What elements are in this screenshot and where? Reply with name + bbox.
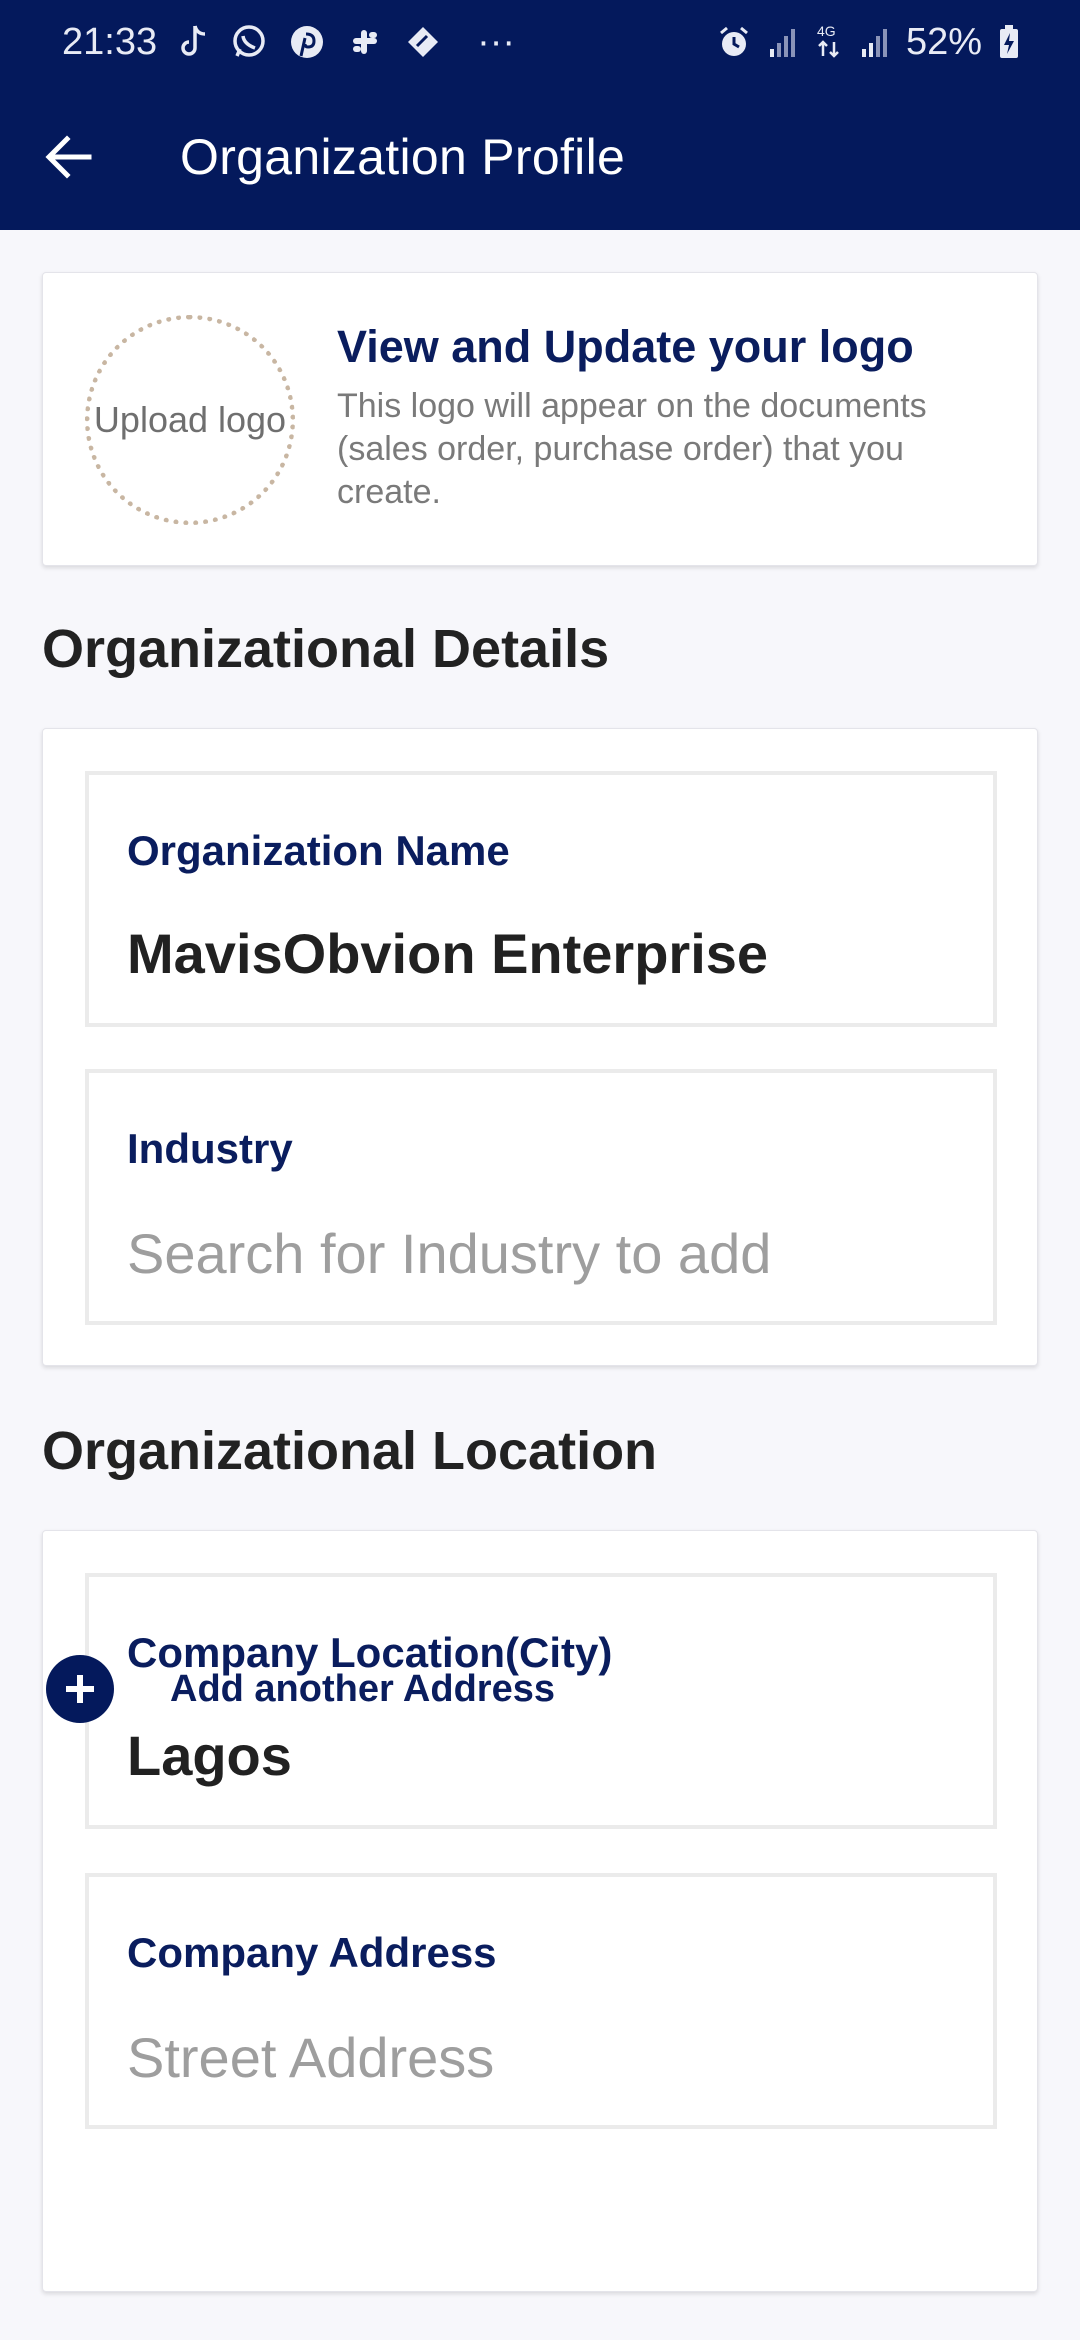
feather-icon: [405, 22, 441, 62]
back-button[interactable]: [0, 84, 144, 230]
street-address-input[interactable]: Street Address: [127, 2025, 494, 2090]
tiktok-icon: [179, 22, 209, 62]
organizational-details-card: Organization Name MavisObvion Enterprise…: [42, 728, 1038, 1366]
status-bar: 21:33 ··· 4G 52%: [0, 0, 1080, 84]
logo-card: Upload logo View and Update your logo Th…: [42, 272, 1038, 566]
slack-icon: [347, 22, 383, 62]
organizational-location-card: Company Location(City) Lagos Company Add…: [42, 1530, 1038, 2292]
organization-name-field[interactable]: Organization Name MavisObvion Enterprise: [85, 771, 997, 1027]
battery-charging-icon: [998, 22, 1020, 62]
more-notifications-icon: ···: [477, 20, 516, 63]
status-time: 21:33: [62, 20, 158, 63]
logo-card-title: View and Update your logo: [337, 321, 914, 372]
organizational-location-heading: Organizational Location: [42, 1421, 658, 1481]
upload-logo-label: Upload logo: [93, 399, 287, 440]
company-city-value: Lagos: [127, 1724, 292, 1787]
alarm-icon: [716, 22, 752, 62]
pinterest-icon: [289, 22, 325, 62]
plus-icon: [46, 1655, 114, 1723]
upload-logo-button[interactable]: Upload logo: [85, 315, 295, 525]
industry-field[interactable]: Industry Search for Industry to add: [85, 1069, 997, 1325]
organizational-details-heading: Organizational Details: [42, 619, 610, 679]
logo-card-description: This logo will appear on the documents (…: [337, 387, 927, 511]
signal-icon-2: [860, 22, 890, 62]
whatsapp-icon: [231, 22, 267, 62]
svg-text:4G: 4G: [817, 23, 836, 39]
arrow-left-icon: [45, 135, 92, 179]
app-bar: Organization Profile: [0, 84, 1080, 230]
industry-label: Industry: [127, 1125, 293, 1172]
company-address-label: Company Address: [127, 1929, 497, 1976]
page-title: Organization Profile: [180, 129, 626, 185]
network-4g-icon: 4G: [814, 22, 844, 62]
battery-percentage: 52%: [905, 20, 982, 63]
add-another-address-button[interactable]: Add another Address: [46, 1654, 555, 1724]
add-another-address-label: Add another Address: [170, 1667, 555, 1710]
industry-search-input[interactable]: Search for Industry to add: [127, 1221, 771, 1286]
company-address-field[interactable]: Company Address Street Address: [85, 1873, 997, 2129]
organization-name-label: Organization Name: [127, 827, 510, 874]
organization-name-value: MavisObvion Enterprise: [127, 922, 769, 985]
signal-icon: [768, 22, 798, 62]
